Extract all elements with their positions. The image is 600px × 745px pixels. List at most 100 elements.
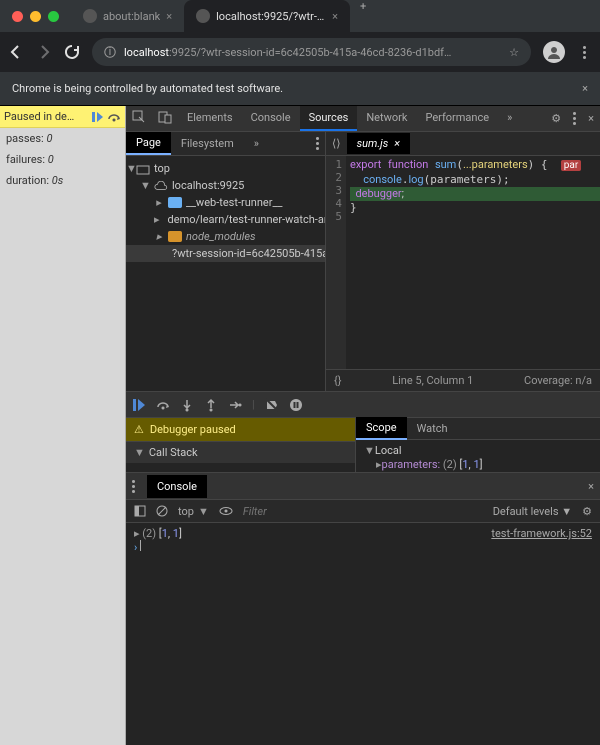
inspect-icon[interactable]: [126, 110, 152, 127]
devtools-tabs-more-icon[interactable]: »: [498, 106, 521, 131]
context-selector[interactable]: top▼: [178, 505, 209, 518]
navigator-menu-icon[interactable]: [310, 137, 325, 150]
browser-tab[interactable]: localhost:9925/?wtr-session-i ×: [184, 0, 350, 32]
drawer-tab-console[interactable]: Console: [147, 475, 207, 498]
page-content: Paused in de… passes: 0 failures: 0 dura…: [0, 106, 126, 745]
close-infobar-icon[interactable]: ×: [582, 82, 588, 95]
resume-icon[interactable]: [132, 398, 146, 412]
duration-stat: duration: 0s: [0, 170, 125, 191]
window-titlebar: about:blank × localhost:9925/?wtr-sessio…: [0, 0, 600, 32]
navigator-tab-page[interactable]: Page: [126, 132, 171, 155]
info-icon: i: [104, 46, 116, 58]
paused-label: Paused in de…: [4, 110, 74, 123]
debugger-left-panel: ⚠Debugger paused ▼Call Stack: [126, 418, 356, 472]
minimize-dot[interactable]: [30, 11, 41, 22]
editor-statusbar: {} Line 5, Column 1 Coverage: n/a: [326, 369, 600, 391]
brackets-indicator[interactable]: {}: [334, 374, 341, 387]
url-input[interactable]: i localhost:9925/?wtr-session-id=6c42505…: [92, 38, 531, 66]
step-over-icon[interactable]: [156, 398, 170, 412]
step-into-icon[interactable]: [180, 398, 194, 412]
debugger-right-panel: Scope Watch ▼Local ▸parameters: (2) [1, …: [356, 418, 600, 472]
console-settings-gear-icon[interactable]: ⚙: [582, 505, 592, 518]
tree-item-top[interactable]: ▼top: [126, 160, 325, 177]
code-editor[interactable]: 12345 export function sum(...parameters)…: [326, 156, 600, 369]
navigator-tab-filesystem[interactable]: Filesystem: [171, 133, 244, 154]
navigator-tabs-more-icon[interactable]: »: [244, 133, 269, 154]
step-icon[interactable]: [228, 398, 242, 412]
cursor-position: Line 5, Column 1: [392, 374, 473, 387]
tab-label: localhost:9925/?wtr-session-i: [216, 10, 326, 23]
url-port: :9925: [169, 46, 196, 59]
close-drawer-icon[interactable]: ×: [588, 480, 594, 493]
param-hint: par: [561, 160, 581, 171]
step-out-icon[interactable]: [204, 398, 218, 412]
resume-icon[interactable]: [91, 111, 105, 123]
back-icon[interactable]: [8, 44, 24, 60]
drawer-menu-icon[interactable]: [126, 480, 141, 493]
devtools-tab-elements[interactable]: Elements: [178, 106, 242, 131]
debugger-controls: |: [126, 392, 600, 418]
clear-console-icon[interactable]: [156, 505, 168, 517]
devtools-tab-sources[interactable]: Sources: [300, 106, 358, 131]
profile-avatar[interactable]: [543, 41, 565, 63]
deactivate-breakpoints-icon[interactable]: [265, 398, 279, 412]
passes-stat: passes: 0: [0, 128, 125, 149]
reload-icon[interactable]: [64, 44, 80, 60]
scope-tab[interactable]: Scope: [356, 417, 407, 440]
sources-navigator: Page Filesystem » ▼top ▼localhost:9925 ▸…: [126, 132, 326, 391]
devtools-tab-performance[interactable]: Performance: [416, 106, 498, 131]
browser-tab[interactable]: about:blank ×: [71, 0, 184, 32]
debugger-paused-banner: ⚠Debugger paused: [126, 418, 355, 442]
editor-nav-icon[interactable]: ⟨⟩: [326, 137, 347, 150]
paused-banner: Paused in de…: [0, 106, 125, 128]
log-source-link[interactable]: test-framework.js:52: [491, 527, 592, 540]
star-icon[interactable]: ☆: [509, 46, 519, 59]
infobar-message: Chrome is being controlled by automated …: [12, 82, 283, 95]
editor-tab[interactable]: sum.js×: [347, 133, 410, 154]
console-prompt[interactable]: ›: [134, 540, 592, 554]
console-drawer: Console × top▼ Default levels ▼ ⚙ ▸ (2) …: [126, 472, 600, 745]
editor-pane: ⟨⟩ sum.js× 12345 export function sum(...…: [326, 132, 600, 391]
tree-item-host[interactable]: ▼localhost:9925: [126, 177, 325, 194]
step-over-icon[interactable]: [107, 111, 121, 123]
tab-label: about:blank: [103, 10, 160, 23]
close-file-icon[interactable]: ×: [394, 137, 400, 150]
url-path: /?wtr-session-id=6c42505b-415a-46cd-8236…: [196, 46, 451, 59]
maximize-dot[interactable]: [48, 11, 59, 22]
tree-item-folder[interactable]: ▸__web-test-runner__: [126, 194, 325, 211]
tree-item-folder[interactable]: ▸demo/learn/test-runner-watch-an: [126, 211, 325, 228]
tab-favicon: [196, 9, 210, 23]
devtools-menu-icon[interactable]: [567, 112, 582, 125]
devtools-tab-console[interactable]: Console: [242, 106, 300, 131]
close-devtools-icon[interactable]: ×: [582, 112, 600, 125]
traffic-lights: [0, 11, 71, 22]
close-dot[interactable]: [12, 11, 23, 22]
line-gutter: 12345: [326, 156, 346, 369]
watch-tab[interactable]: Watch: [407, 418, 458, 439]
devtools-panel: Elements Console Sources Network Perform…: [126, 106, 600, 745]
settings-gear-icon[interactable]: ⚙: [545, 112, 567, 125]
console-log-line[interactable]: ▸ (2) [1, 1] test-framework.js:52: [134, 527, 592, 540]
svg-text:i: i: [109, 46, 112, 58]
tree-item-file[interactable]: ?wtr-session-id=6c42505b-415a: [126, 245, 325, 262]
devtools-tab-network[interactable]: Network: [357, 106, 416, 131]
callstack-header[interactable]: ▼Call Stack: [126, 442, 355, 463]
url-host: localhost: [124, 46, 169, 59]
log-levels-selector[interactable]: Default levels ▼: [493, 505, 572, 518]
device-mode-icon[interactable]: [152, 110, 178, 127]
pause-on-exceptions-icon[interactable]: [289, 398, 303, 412]
new-tab-button[interactable]: +: [350, 0, 376, 32]
live-expression-icon[interactable]: [219, 505, 233, 517]
console-filter-input[interactable]: [243, 505, 483, 518]
automation-infobar: Chrome is being controlled by automated …: [0, 72, 600, 106]
browser-menu-icon[interactable]: [577, 46, 592, 59]
tab-favicon: [83, 9, 97, 23]
tree-item-folder[interactable]: ▸node_modules: [126, 228, 325, 245]
console-sidebar-icon[interactable]: [134, 505, 146, 517]
forward-icon[interactable]: [36, 44, 52, 60]
console-output[interactable]: ▸ (2) [1, 1] test-framework.js:52 ›: [126, 523, 600, 745]
failures-stat: failures: 0: [0, 149, 125, 170]
close-tab-icon[interactable]: ×: [166, 10, 172, 23]
address-bar: i localhost:9925/?wtr-session-id=6c42505…: [0, 32, 600, 72]
close-tab-icon[interactable]: ×: [332, 10, 338, 23]
